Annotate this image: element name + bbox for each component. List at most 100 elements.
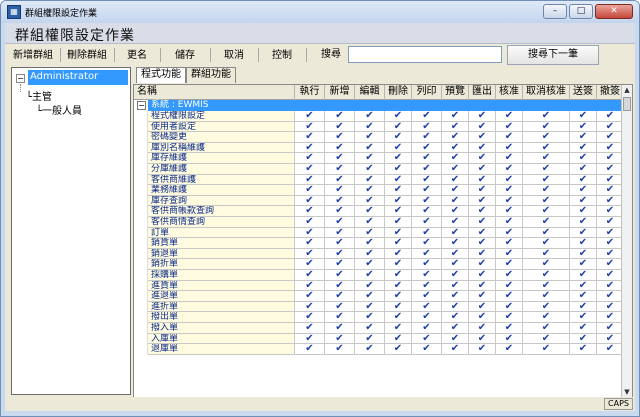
permission-checkbox[interactable]: ✔ <box>385 164 412 175</box>
permission-checkbox[interactable]: ✔ <box>597 164 624 175</box>
program-name-cell[interactable]: 密碼變更 <box>148 132 295 143</box>
permission-checkbox[interactable]: ✔ <box>385 270 412 281</box>
program-name-cell[interactable]: 庫別名稱維護 <box>148 142 295 154</box>
permission-checkbox[interactable]: ✔ <box>496 217 523 228</box>
permission-checkbox[interactable]: ✔ <box>496 164 523 175</box>
program-name-cell[interactable]: 客供商帳款查詢 <box>148 206 295 217</box>
column-header[interactable]: 刪除 <box>385 85 412 100</box>
permission-checkbox[interactable]: ✔ <box>295 217 325 228</box>
program-name-cell[interactable]: 程式權限設定 <box>148 111 295 122</box>
permission-checkbox[interactable]: ✔ <box>469 111 496 122</box>
permission-checkbox[interactable]: ✔ <box>385 111 412 122</box>
program-name-cell[interactable]: 銷折單 <box>148 259 295 270</box>
program-name-cell[interactable]: 庫存查詢 <box>148 195 295 207</box>
close-button[interactable]: ✕ <box>595 4 633 19</box>
tab-program-functions[interactable]: 程式功能 <box>136 67 186 83</box>
permission-checkbox[interactable]: ✔ <box>496 344 523 355</box>
column-header[interactable]: 執行 <box>295 85 325 100</box>
program-name-cell[interactable]: 庫存維護 <box>148 153 295 164</box>
column-header[interactable]: 取消核准 <box>523 85 570 100</box>
permission-checkbox[interactable]: ✔ <box>412 270 442 281</box>
permission-checkbox[interactable]: ✔ <box>355 164 385 175</box>
permission-checkbox[interactable]: ✔ <box>385 217 412 228</box>
group-collapse-toggle[interactable]: − <box>137 101 146 110</box>
table-row[interactable]: 客供商情查詢 ✔ ✔ ✔ ✔ ✔ ✔ ✔ ✔ ✔ ✔ ✔ <box>134 217 624 228</box>
permission-checkbox[interactable]: ✔ <box>570 217 597 228</box>
permission-checkbox[interactable]: ✔ <box>355 344 385 355</box>
table-row[interactable]: 退庫單 ✔ ✔ ✔ ✔ ✔ ✔ ✔ ✔ ✔ ✔ ✔ <box>134 344 624 355</box>
permission-checkbox[interactable]: ✔ <box>597 270 624 281</box>
tree-node-general-staff[interactable]: └一般人員 <box>36 102 82 117</box>
permission-checkbox[interactable]: ✔ <box>412 344 442 355</box>
permission-checkbox[interactable]: ✔ <box>385 344 412 355</box>
program-name-cell[interactable]: 客供商情查詢 <box>148 217 295 228</box>
tab-group-functions[interactable]: 群組功能 <box>186 67 236 83</box>
column-header[interactable]: 送簽 <box>570 85 597 100</box>
program-name-cell[interactable]: 進退單 <box>148 291 295 302</box>
permission-checkbox[interactable]: ✔ <box>523 217 570 228</box>
permission-checkbox[interactable]: ✔ <box>523 164 570 175</box>
permission-checkbox[interactable]: ✔ <box>570 164 597 175</box>
permission-checkbox[interactable]: ✔ <box>412 111 442 122</box>
permission-checkbox[interactable]: ✔ <box>355 111 385 122</box>
permission-checkbox[interactable]: ✔ <box>442 344 469 355</box>
permission-checkbox[interactable]: ✔ <box>570 270 597 281</box>
permission-checkbox[interactable]: ✔ <box>597 344 624 355</box>
minimize-button[interactable]: – <box>543 4 567 19</box>
permission-checkbox[interactable]: ✔ <box>523 111 570 122</box>
tree-collapse-toggle[interactable]: − <box>16 74 25 83</box>
permission-checkbox[interactable]: ✔ <box>355 323 385 334</box>
control-button[interactable]: 控制 <box>259 45 305 65</box>
program-name-cell[interactable]: 客供商維護 <box>148 174 295 186</box>
find-next-button[interactable]: 搜尋下一筆 <box>507 45 599 65</box>
permission-checkbox[interactable]: ✔ <box>469 270 496 281</box>
permission-checkbox[interactable]: ✔ <box>570 323 597 334</box>
permission-checkbox[interactable]: ✔ <box>295 344 325 355</box>
permission-checkbox[interactable]: ✔ <box>496 323 523 334</box>
table-row[interactable]: 撥入單 ✔ ✔ ✔ ✔ ✔ ✔ ✔ ✔ ✔ ✔ ✔ <box>134 323 624 334</box>
column-header[interactable]: 名稱 <box>134 85 295 100</box>
program-name-cell[interactable]: 採購單 <box>148 270 295 281</box>
permission-checkbox[interactable]: ✔ <box>597 217 624 228</box>
tree-node-administrator[interactable]: Administrator <box>28 70 128 85</box>
permission-checkbox[interactable]: ✔ <box>597 111 624 122</box>
permission-checkbox[interactable]: ✔ <box>570 344 597 355</box>
tree-node-manager[interactable]: └主管 <box>26 88 52 103</box>
program-name-cell[interactable]: 業務維護 <box>148 185 295 196</box>
column-header[interactable]: 預覽 <box>442 85 469 100</box>
permission-checkbox[interactable]: ✔ <box>325 164 355 175</box>
program-name-cell[interactable]: 撥入單 <box>148 323 295 334</box>
permission-checkbox[interactable]: ✔ <box>325 344 355 355</box>
permission-checkbox[interactable]: ✔ <box>325 270 355 281</box>
permission-checkbox[interactable]: ✔ <box>442 270 469 281</box>
permission-checkbox[interactable]: ✔ <box>325 217 355 228</box>
program-name-cell[interactable]: 分庫維護 <box>148 164 295 175</box>
permission-checkbox[interactable]: ✔ <box>523 323 570 334</box>
table-row[interactable]: 分庫維護 ✔ ✔ ✔ ✔ ✔ ✔ ✔ ✔ ✔ ✔ ✔ <box>134 164 624 175</box>
permission-checkbox[interactable]: ✔ <box>295 270 325 281</box>
permission-checkbox[interactable]: ✔ <box>469 323 496 334</box>
permission-checkbox[interactable]: ✔ <box>442 111 469 122</box>
permission-checkbox[interactable]: ✔ <box>355 217 385 228</box>
scroll-up-icon[interactable]: ▲ <box>622 85 632 95</box>
save-button[interactable]: 儲存 <box>161 45 209 65</box>
column-header[interactable]: 新增 <box>325 85 355 100</box>
permission-checkbox[interactable]: ✔ <box>570 111 597 122</box>
program-name-cell[interactable]: 銷貨單 <box>148 238 295 249</box>
program-name-cell[interactable]: 進貨單 <box>148 280 295 292</box>
permission-checkbox[interactable]: ✔ <box>523 344 570 355</box>
permission-checkbox[interactable]: ✔ <box>295 323 325 334</box>
new-group-button[interactable]: 新增群組 <box>7 45 59 65</box>
column-header[interactable]: 匯出 <box>469 85 496 100</box>
program-name-cell[interactable]: 使用者設定 <box>148 121 295 133</box>
permission-checkbox[interactable]: ✔ <box>442 217 469 228</box>
title-bar[interactable]: ▦ 群組權限設定作業 – □ ✕ <box>1 1 639 23</box>
scroll-thumb[interactable] <box>623 97 631 111</box>
column-header[interactable]: 列印 <box>412 85 442 100</box>
search-input[interactable] <box>348 46 502 63</box>
column-header[interactable]: 撤簽 <box>597 85 624 100</box>
permission-checkbox[interactable]: ✔ <box>523 270 570 281</box>
permission-checkbox[interactable]: ✔ <box>325 323 355 334</box>
permission-checkbox[interactable]: ✔ <box>355 270 385 281</box>
permission-checkbox[interactable]: ✔ <box>412 323 442 334</box>
